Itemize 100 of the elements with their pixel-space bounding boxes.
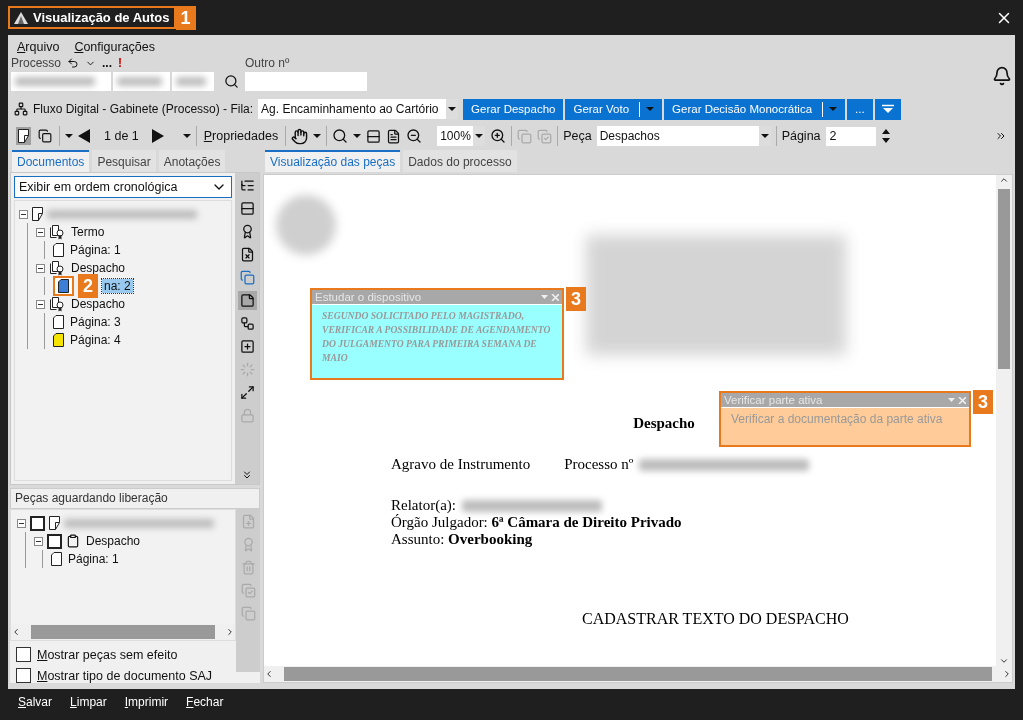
spinner-icon[interactable]: [880, 128, 891, 144]
certificate-document-icon: [49, 224, 65, 240]
expand-icon[interactable]: [241, 468, 253, 481]
scrollbar[interactable]: [264, 666, 1012, 682]
checkbox[interactable]: [16, 647, 31, 662]
tab[interactable]: Pesquisar: [92, 150, 156, 172]
field-label: Peça: [563, 129, 592, 143]
note-button[interactable]: [237, 291, 257, 310]
checkbox[interactable]: [16, 668, 31, 683]
rotate-button[interactable]: [36, 127, 54, 145]
fit-page-icon[interactable]: [386, 128, 402, 144]
tree-item[interactable]: Página: 1: [68, 243, 123, 257]
zoom-out-icon[interactable]: [406, 128, 423, 144]
footer-button[interactable]: Limpar: [70, 695, 107, 709]
collapse-button[interactable]: [874, 98, 901, 120]
chevron-up-icon[interactable]: [999, 175, 1009, 185]
callout-number: 1: [175, 5, 196, 30]
footer-button[interactable]: Fechar: [186, 695, 224, 709]
undo-icon[interactable]: [67, 57, 80, 69]
tree-item[interactable]: Página: 4: [68, 333, 123, 347]
hand-icon[interactable]: [291, 127, 309, 145]
action-button[interactable]: ...: [847, 98, 873, 120]
action-button[interactable]: Gerar Voto: [565, 98, 663, 120]
window-title: Visualização de Autos: [8, 6, 176, 29]
collapse-toggle[interactable]: [36, 263, 45, 273]
chevron-left-icon[interactable]: [264, 669, 274, 679]
process-number-field[interactable]: [172, 72, 214, 91]
piece-select[interactable]: Despachos: [596, 126, 771, 146]
chevron-down-icon[interactable]: [999, 656, 1009, 666]
properties-button[interactable]: Propriedades: [201, 127, 281, 145]
caret-icon[interactable]: [65, 133, 73, 139]
zoom-in-icon[interactable]: [490, 128, 507, 144]
collapse-toggle[interactable]: [36, 299, 45, 309]
order-select[interactable]: Exibir em ordem cronológica: [14, 176, 232, 198]
blurred-logo: [276, 195, 336, 255]
process-number-field[interactable]: [11, 72, 111, 91]
copy-icon: [517, 128, 533, 144]
tree-item[interactable]: na: 2: [102, 279, 133, 293]
document-text: Relator(a):: [391, 497, 456, 514]
zoom-select[interactable]: 100%: [437, 126, 486, 146]
collapse-toggle[interactable]: [36, 227, 45, 237]
overflow-icon[interactable]: [995, 130, 1007, 142]
caret-icon[interactable]: [448, 106, 457, 112]
action-button[interactable]: Gerar Decisão Monocrática: [664, 98, 846, 120]
document-text: Processo nº: [564, 456, 634, 473]
process-number-field[interactable]: [113, 72, 170, 91]
tab[interactable]: Dados do processo: [403, 150, 517, 172]
caret-icon[interactable]: [182, 133, 191, 139]
chevron-right-icon[interactable]: [225, 627, 235, 637]
action-button[interactable]: Gerar Despacho: [463, 98, 564, 120]
document-text: Agravo de Instrumento: [391, 456, 531, 473]
bell-icon[interactable]: [992, 66, 1012, 86]
tab[interactable]: Visualização das peças: [265, 150, 401, 172]
document-text: Órgão Julgador: 6ª Câmara de Direito Privado: [391, 514, 682, 531]
caret-icon[interactable]: [353, 133, 362, 139]
document-text: CADASTRAR TEXTO DO DESPACHO: [582, 610, 850, 628]
more-button[interactable]: ...: [102, 56, 113, 70]
caret-icon[interactable]: [760, 133, 769, 139]
workflow-icon: [14, 102, 28, 116]
caret-icon[interactable]: [475, 133, 484, 139]
clipboard-icon: [66, 534, 80, 548]
tab[interactable]: Documentos: [12, 150, 90, 172]
scrollbar[interactable]: [996, 175, 1012, 666]
chevron-left-icon[interactable]: [11, 627, 21, 637]
menu-item[interactable]: Arquivo: [17, 40, 60, 54]
tab[interactable]: Anotações: [158, 150, 226, 172]
field-label: Outro nº: [245, 56, 291, 70]
previous-icon[interactable]: [78, 129, 91, 143]
tree-item[interactable]: Despacho: [69, 297, 128, 311]
collapse-icon: [881, 104, 894, 114]
callout-number: 3: [973, 390, 993, 414]
tree-item[interactable]: Página: 1: [66, 552, 121, 566]
fit-width-icon[interactable]: [366, 128, 382, 144]
menu-item[interactable]: Configurações: [74, 40, 155, 54]
checkbox-label: Mostrar tipo de documento SAJ: [37, 668, 213, 683]
scrollbar[interactable]: [11, 624, 235, 640]
collapse-toggle[interactable]: [34, 536, 43, 546]
checkbox[interactable]: [47, 533, 62, 549]
caret-icon[interactable]: [313, 133, 322, 139]
chevron-right-icon[interactable]: [1002, 669, 1012, 679]
note-title: Verificar parte ativa: [724, 394, 823, 406]
next-icon[interactable]: [151, 129, 165, 143]
page-view-button[interactable]: [16, 127, 31, 145]
collapse-toggle[interactable]: [17, 518, 26, 528]
document-icon: [32, 207, 43, 221]
input-field[interactable]: [245, 72, 367, 91]
queue-select[interactable]: Ag. Encaminhamento ao Cartório: [258, 99, 459, 119]
checkbox[interactable]: [30, 515, 45, 531]
collapse-toggle[interactable]: [19, 209, 28, 219]
page-field[interactable]: 2: [825, 126, 876, 146]
tree-item[interactable]: Termo: [69, 225, 107, 239]
page-counter: 1 de 1: [103, 129, 140, 143]
footer-button[interactable]: Salvar: [18, 695, 53, 709]
tree-item[interactable]: Página: 3: [68, 315, 123, 329]
search-icon[interactable]: [224, 74, 239, 89]
footer-button[interactable]: Imprimir: [124, 695, 169, 709]
tree-item[interactable]: Despacho: [84, 534, 143, 548]
field-label: Página: [781, 129, 821, 143]
search-icon[interactable]: [332, 128, 349, 144]
tree-item[interactable]: Despacho: [69, 261, 128, 275]
